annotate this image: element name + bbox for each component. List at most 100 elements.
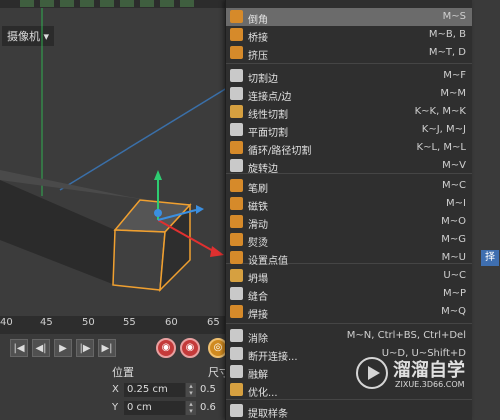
y-axis-label: Y — [112, 402, 119, 413]
menu-item-label: 焊接 — [248, 310, 268, 321]
menu-separator — [226, 323, 472, 324]
watermark-brand: 溜溜自学 — [393, 360, 465, 381]
menu-item[interactable]: 挤压 M~T, D — [226, 44, 472, 62]
menu-item-label: 桥接 — [248, 33, 268, 44]
menu-item-shortcut: M~M — [440, 88, 466, 99]
autokey-button[interactable]: ◉ — [180, 338, 200, 358]
timeline-tick: 60 — [165, 317, 178, 328]
melt-icon — [230, 365, 243, 378]
menu-item-label: 缝合 — [248, 292, 268, 303]
menu-item-label: 平面切割 — [248, 128, 288, 139]
menu-item[interactable]: 消除 M~N, Ctrl+BS, Ctrl+Del — [226, 327, 472, 345]
cut-edges-icon — [230, 69, 243, 82]
play-button[interactable]: ▶ — [54, 339, 72, 357]
x-position-field[interactable]: 0.25 cm — [124, 383, 185, 397]
y-position-field[interactable]: 0 cm — [124, 401, 185, 415]
timeline-tick: 40 — [0, 317, 13, 328]
extract-spline-icon — [230, 404, 243, 417]
menu-item-label: 提取样条 — [248, 409, 288, 420]
menu-item[interactable]: 熨烫 M~G — [226, 231, 472, 249]
x-size-field[interactable]: 0.5 — [200, 384, 216, 395]
brush-icon — [230, 179, 243, 192]
timeline-tick: 55 — [123, 317, 136, 328]
plane-cut-icon — [230, 123, 243, 136]
menu-item[interactable]: 切割边 M~F — [226, 67, 472, 85]
menu-item-label: 挤压 — [248, 51, 268, 62]
gizmo-x-arrow-icon[interactable] — [210, 246, 224, 257]
optimize-icon — [230, 383, 243, 396]
menu-item[interactable]: 磁铁 M~I — [226, 195, 472, 213]
menu-item-label: 断开连接... — [248, 352, 298, 363]
menu-item-label: 优化... — [248, 388, 278, 399]
stitch-icon — [230, 233, 243, 246]
menu-item-label: 磁铁 — [248, 202, 268, 213]
menu-item-label: 线性切割 — [248, 110, 288, 121]
menu-item[interactable]: 循环/路径切割 K~L, M~L — [226, 139, 472, 157]
world-z-axis — [59, 79, 241, 191]
menu-item[interactable]: 滑动 M~O — [226, 213, 472, 231]
goto-end-button[interactable]: ▶| — [98, 339, 116, 357]
menu-item-shortcut: M~I — [446, 198, 466, 209]
side-tab[interactable]: 择 — [481, 250, 499, 266]
menu-item[interactable]: 缝合 M~P — [226, 285, 472, 303]
menu-item[interactable]: 笔刷 M~C — [226, 177, 472, 195]
menu-item[interactable]: 平面切割 K~J, M~J — [226, 121, 472, 139]
slide-icon — [230, 215, 243, 228]
menu-item-label: 连接点/边 — [248, 92, 292, 103]
menu-item[interactable]: 设置点值 M~U — [226, 249, 472, 267]
goto-start-button[interactable]: |◀ — [10, 339, 28, 357]
menu-item-label: 滑动 — [248, 220, 268, 231]
menu-item-label: 消除 — [248, 334, 268, 345]
beam-side-face — [0, 180, 115, 285]
menu-item-label: 切割边 — [248, 74, 278, 85]
menu-item[interactable]: 焊接 M~Q — [226, 303, 472, 321]
menu-item-shortcut: M~S — [442, 11, 466, 22]
watermark-url: ZIXUE.3D66.COM — [395, 380, 465, 389]
menu-item-label: 熨烫 — [248, 238, 268, 249]
disconnect-icon — [230, 347, 243, 360]
y-position-stepper[interactable]: ▴ ▾ — [186, 401, 196, 415]
next-frame-button[interactable]: |▶ — [76, 339, 94, 357]
menu-item-shortcut: M~O — [441, 216, 466, 227]
menu-item[interactable]: 倒角 M~S — [226, 8, 472, 26]
menu-item-label: 倒角 — [248, 15, 268, 26]
menu-item[interactable]: 旋转边 M~V — [226, 157, 472, 175]
menu-item-shortcut: U~C — [443, 270, 466, 281]
menu-item-shortcut: M~F — [443, 70, 466, 81]
right-side-panel: 择 — [471, 0, 500, 420]
x-axis-label: X — [112, 384, 119, 395]
y-size-field[interactable]: 0.6 — [200, 402, 216, 413]
loop-cut-icon — [230, 141, 243, 154]
x-position-stepper[interactable]: ▴ ▾ — [186, 383, 196, 397]
menu-item-shortcut: M~T, D — [428, 47, 466, 58]
gizmo-center[interactable] — [154, 209, 162, 217]
menu-item-label: 循环/路径切割 — [248, 146, 312, 157]
menu-item-label: 设置点值 — [248, 256, 288, 267]
menu-item[interactable]: 连接点/边 M~M — [226, 85, 472, 103]
fill-icon — [230, 269, 243, 282]
menu-item-shortcut: M~B, B — [428, 29, 466, 40]
magnet-icon — [230, 197, 243, 210]
extrude-icon — [230, 46, 243, 59]
menu-item-shortcut: K~J, M~J — [421, 124, 466, 135]
line-cut-icon — [230, 105, 243, 118]
menu-item-label: 笔刷 — [248, 184, 268, 195]
bevel-icon — [230, 10, 243, 23]
menu-item[interactable]: 桥接 M~B, B — [226, 26, 472, 44]
position-label: 位置 — [112, 366, 134, 379]
menu-item-shortcut: M~N, Ctrl+BS, Ctrl+Del — [346, 330, 466, 341]
position-header: 位置 尺寸 — [112, 364, 230, 380]
prev-frame-button[interactable]: ◀| — [32, 339, 50, 357]
gizmo-z-arrow-icon[interactable] — [196, 205, 204, 214]
weld-icon — [230, 287, 243, 300]
menu-item[interactable]: 线性切割 K~K, M~K — [226, 103, 472, 121]
menu-item[interactable]: 坍塌 U~C — [226, 267, 472, 285]
menu-item-shortcut: M~U — [441, 252, 466, 263]
menu-item-label: 融解 — [248, 370, 268, 381]
gizmo-y-arrow-icon[interactable] — [154, 170, 162, 180]
set-point-value-icon — [230, 251, 243, 264]
spin-edge-icon — [230, 159, 243, 172]
selected-cap-front[interactable] — [112, 229, 166, 291]
menu-separator — [226, 63, 472, 64]
record-button[interactable]: ◉ — [156, 338, 176, 358]
